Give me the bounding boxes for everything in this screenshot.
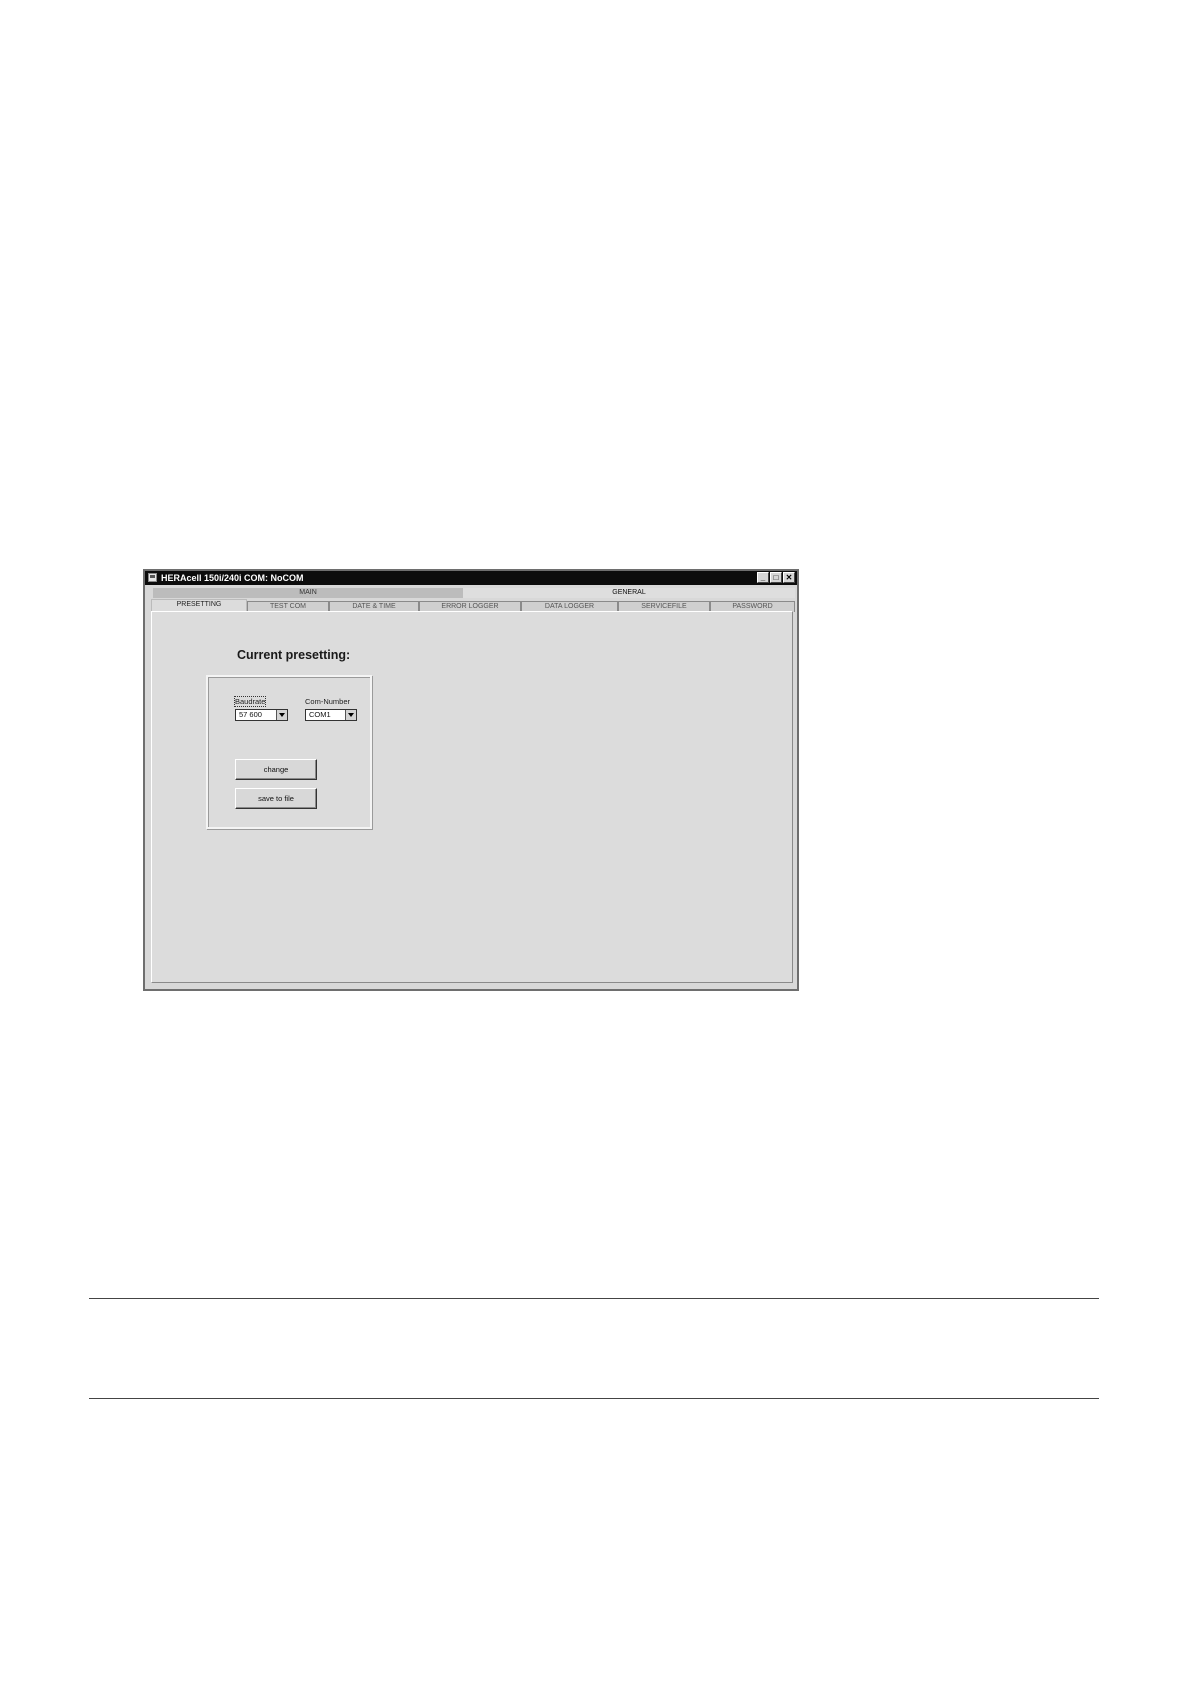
app-window: HERAcell 150i/240i COM: NoCOM _ □ ✕ MAIN… (143, 569, 799, 991)
tab-group-general[interactable]: GENERAL (463, 588, 795, 598)
app-icon[interactable] (148, 573, 157, 582)
close-button[interactable]: ✕ (783, 572, 795, 583)
presetting-groupbox: Baudrate 57 600 Com-Number COM1 change s… (206, 675, 372, 829)
window-title: HERAcell 150i/240i COM: NoCOM (161, 573, 304, 583)
baudrate-value: 57 600 (239, 710, 262, 719)
divider-top (89, 1298, 1099, 1299)
minimize-button[interactable]: _ (757, 572, 769, 583)
window-controls: _ □ ✕ (757, 572, 795, 584)
tab-group-row: MAIN GENERAL (153, 588, 795, 598)
divider-bottom (89, 1398, 1099, 1399)
com-number-label: Com-Number (305, 697, 351, 706)
com-number-select[interactable]: COM1 (305, 709, 357, 721)
chevron-down-icon[interactable] (276, 710, 287, 720)
page-title: Current presetting: (237, 648, 351, 662)
baudrate-select[interactable]: 57 600 (235, 709, 288, 721)
com-number-value: COM1 (309, 710, 331, 719)
chevron-down-icon[interactable] (345, 710, 356, 720)
save-to-file-button[interactable]: save to file (235, 788, 317, 809)
title-bar[interactable]: HERAcell 150i/240i COM: NoCOM _ □ ✕ (145, 571, 797, 585)
maximize-button[interactable]: □ (770, 572, 782, 583)
tab-group-main[interactable]: MAIN (153, 588, 463, 598)
change-button[interactable]: change (235, 759, 317, 780)
baudrate-label: Baudrate (233, 696, 267, 707)
